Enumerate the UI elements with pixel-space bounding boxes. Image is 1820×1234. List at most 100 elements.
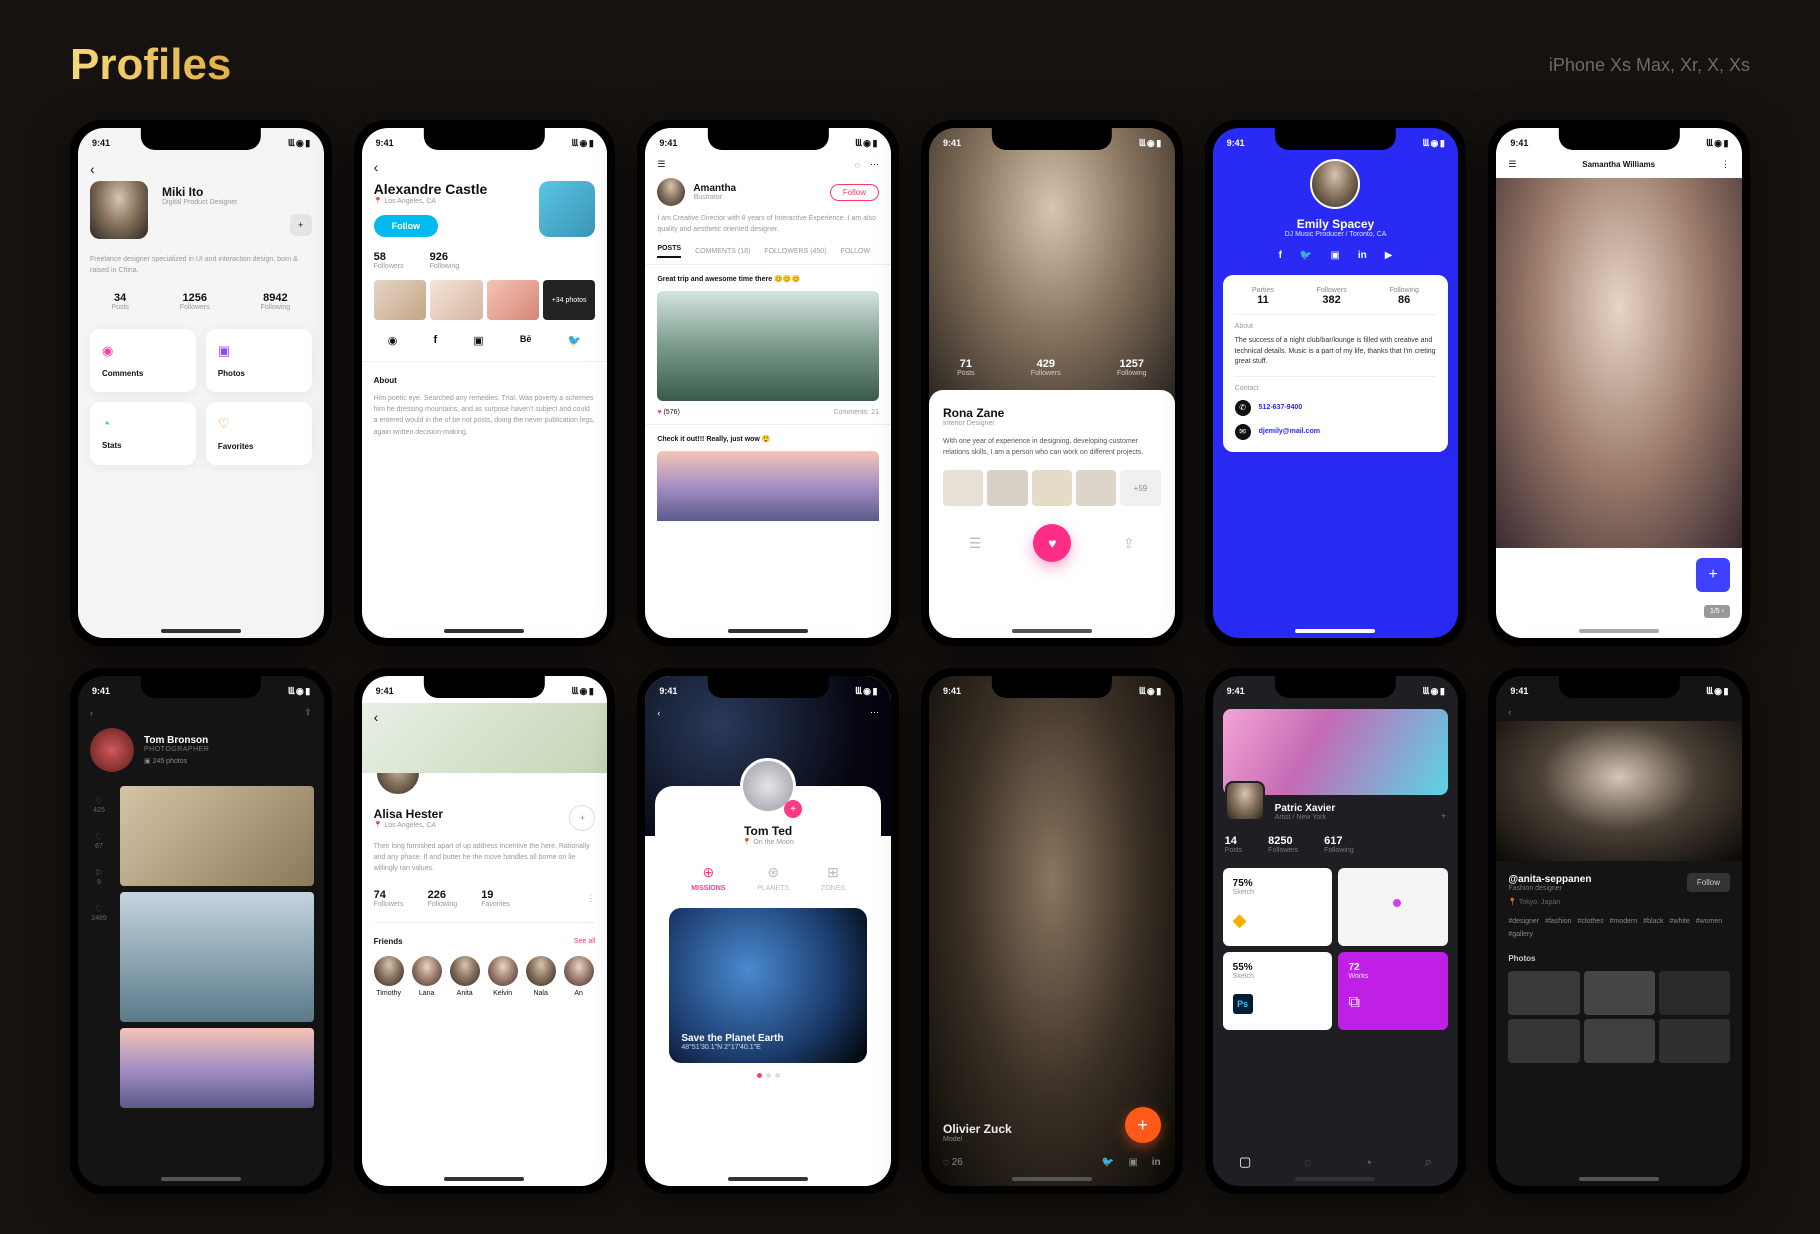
avatar[interactable] [1310, 159, 1360, 209]
stat-following[interactable]: 926Following [430, 251, 460, 270]
tab-comments[interactable]: COMMENTS (18) [695, 248, 750, 255]
more-icon[interactable]: ⋯ [870, 159, 879, 170]
tab-following[interactable]: FOLLOW [841, 248, 871, 255]
followers-count[interactable]: 7193 [1508, 574, 1536, 585]
nav-search-icon[interactable]: ⌕ [1425, 1154, 1432, 1170]
more-photos[interactable]: +34 photos [543, 280, 595, 320]
cover-photo[interactable] [1496, 178, 1742, 548]
friend-item[interactable]: Nala [526, 956, 556, 997]
back-icon[interactable]: ‹ [657, 708, 660, 718]
tab-missions[interactable]: ⊕MISSIONS [691, 864, 725, 892]
photo-thumb[interactable] [1659, 971, 1730, 1015]
comments[interactable]: Comments: 21 [833, 409, 879, 416]
linkedin-icon[interactable]: in [1358, 250, 1367, 261]
avatar[interactable] [90, 181, 148, 239]
stat-posts[interactable]: 71Posts [957, 358, 975, 377]
share-icon[interactable]: ⇪ [304, 707, 312, 718]
facebook-icon[interactable]: f [1279, 250, 1282, 261]
menu-icon[interactable]: ☰ [657, 159, 665, 170]
photo-thumb[interactable] [943, 470, 983, 506]
back-icon[interactable]: ‹ [374, 159, 379, 175]
stat-followers[interactable]: 8250Followers [1268, 835, 1298, 854]
stat-following[interactable]: Following86 [1389, 287, 1419, 306]
photo-thumb[interactable] [430, 280, 482, 320]
dribbble-icon[interactable]: ◉ [388, 334, 398, 347]
photo-thumb[interactable] [1508, 1019, 1579, 1063]
behance-icon[interactable]: Bē [520, 334, 532, 347]
follow-button[interactable]: Follow [374, 215, 439, 237]
tag[interactable]: #clothes [1578, 918, 1604, 925]
back-icon[interactable]: ‹ [90, 708, 93, 718]
twitter-icon[interactable]: 🐦 [1300, 250, 1312, 261]
add-button[interactable]: + [784, 800, 802, 818]
chat-icon[interactable]: ◌ [855, 160, 860, 170]
list-icon[interactable]: ☰ [969, 535, 982, 552]
follow-button[interactable]: Follow [830, 184, 879, 201]
stat-posts[interactable]: 34Posts [111, 292, 129, 311]
avatar[interactable] [539, 181, 595, 237]
card-stats[interactable]: ◔Stats [90, 402, 196, 465]
tile-sketch[interactable]: 75%Sketch◆ [1223, 868, 1333, 946]
nav-bell-icon[interactable]: ◔ [1364, 1155, 1372, 1170]
contact-email[interactable]: ✉djemily@mail.com [1235, 424, 1437, 440]
comment-count[interactable]: ◌ 26 [943, 1157, 963, 1168]
stat-favorites[interactable]: 19Favorites [481, 889, 510, 908]
photo-thumb[interactable] [1659, 1019, 1730, 1063]
twitter-icon[interactable]: 🐦 [1102, 1157, 1114, 1168]
youtube-icon[interactable]: ▶ [1385, 250, 1393, 261]
tag[interactable]: #gallery [1508, 931, 1533, 938]
back-icon[interactable]: ‹ [374, 709, 379, 725]
photo-thumb[interactable] [1508, 971, 1579, 1015]
stat-parties[interactable]: Parties11 [1252, 287, 1274, 306]
more-photos[interactable]: +59 [1120, 470, 1160, 506]
photo-thumb[interactable] [1584, 971, 1655, 1015]
back-icon[interactable]: ‹ [1508, 707, 1511, 717]
photo-thumb[interactable] [1584, 1019, 1655, 1063]
tile-map[interactable] [1338, 868, 1448, 946]
photo-thumb[interactable] [487, 280, 539, 320]
friend-item[interactable]: Anita [450, 956, 480, 997]
tag[interactable]: #women [1696, 918, 1722, 925]
friend-item[interactable]: An [564, 956, 594, 997]
facebook-icon[interactable]: f [433, 334, 437, 347]
tag[interactable]: #modern [1610, 918, 1638, 925]
photo-thumb[interactable] [987, 470, 1027, 506]
twitter-icon[interactable]: 🐦 [567, 334, 581, 347]
more-icon[interactable]: ⋯ [870, 707, 879, 718]
tile-ps[interactable]: 55%SketchPs [1223, 952, 1333, 1030]
add-icon[interactable]: + [1441, 811, 1446, 821]
stat-following[interactable]: 8942Following [261, 292, 291, 311]
photo-thumb[interactable] [374, 280, 426, 320]
stat-followers[interactable]: 1256Followers [180, 292, 210, 311]
tab-posts[interactable]: POSTS [657, 245, 681, 258]
following-count[interactable]: 568 [1508, 600, 1535, 611]
add-button[interactable]: + [1696, 558, 1730, 592]
likes[interactable]: ♥ (576) [657, 409, 679, 416]
friend-item[interactable]: Lana [412, 956, 442, 997]
like-button[interactable]: ♥ [1033, 524, 1071, 562]
card-photos[interactable]: ▣Photos [206, 329, 312, 392]
friend-item[interactable]: Kelvin [488, 956, 518, 997]
like-count[interactable]: ♡2489 [91, 904, 107, 922]
more-icon[interactable]: ⋮ [534, 893, 595, 904]
add-button[interactable]: + [569, 805, 595, 831]
instagram-icon[interactable]: ▣ [1128, 1157, 1137, 1168]
tab-planets[interactable]: ⊛PLANETS [757, 864, 789, 892]
photo-thumb[interactable] [1076, 470, 1116, 506]
post-image[interactable] [657, 291, 879, 401]
linkedin-icon[interactable]: in [1152, 1157, 1161, 1168]
add-button[interactable]: + [1125, 1107, 1161, 1143]
tag[interactable]: #fashion [1545, 918, 1571, 925]
stat-following[interactable]: 617Following [1324, 835, 1354, 854]
nav-home-icon[interactable]: ▢ [1239, 1154, 1251, 1170]
tile-works[interactable]: 72Works⧉ [1338, 952, 1448, 1030]
avatar[interactable] [1225, 781, 1265, 821]
tab-zones[interactable]: ⊞ZONES [821, 864, 845, 892]
mission-card[interactable]: Save the Planet Earth 48°51'30.1"N 2°17'… [669, 908, 867, 1063]
stat-following[interactable]: 1257Following [1117, 358, 1147, 377]
see-all-link[interactable]: See all [574, 938, 595, 945]
like-count[interactable]: ⚐9 [95, 868, 103, 886]
card-comments[interactable]: ◉Comments [90, 329, 196, 392]
nav-chat-icon[interactable]: ◌ [1304, 1155, 1312, 1170]
stat-following[interactable]: 226Following [428, 889, 458, 908]
